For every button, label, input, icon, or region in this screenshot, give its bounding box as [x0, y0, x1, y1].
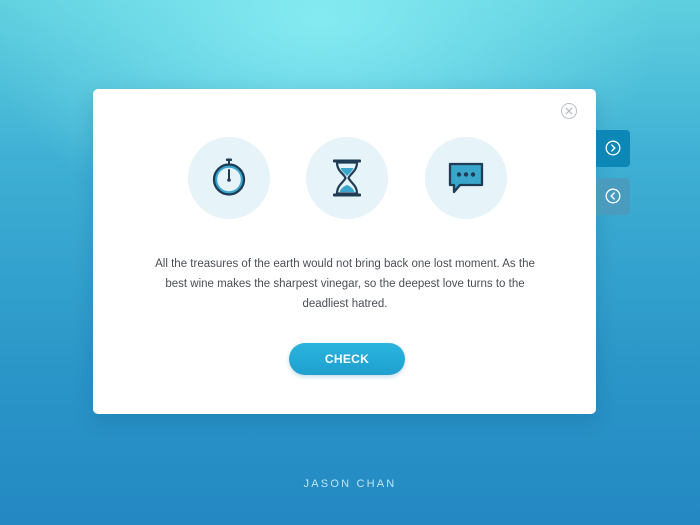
stopwatch-icon	[212, 158, 246, 196]
icon-row	[188, 137, 508, 219]
check-button[interactable]: CHECK	[289, 343, 405, 375]
close-icon	[565, 107, 573, 115]
hourglass-icon-circle	[306, 137, 388, 219]
hourglass-icon	[333, 159, 361, 197]
chevron-left-icon	[605, 188, 621, 204]
chat-bubble-icon	[448, 162, 484, 194]
next-button[interactable]	[596, 130, 630, 167]
dialog: All the treasures of the earth would not…	[93, 89, 596, 414]
close-button[interactable]	[561, 103, 577, 119]
chevron-right-icon	[605, 140, 621, 156]
dialog-message: All the treasures of the earth would not…	[155, 258, 535, 310]
prev-button[interactable]	[596, 178, 630, 215]
author-credit: JASON CHAN	[303, 478, 397, 490]
stopwatch-icon-circle	[188, 137, 270, 219]
chat-icon-circle	[425, 137, 507, 219]
